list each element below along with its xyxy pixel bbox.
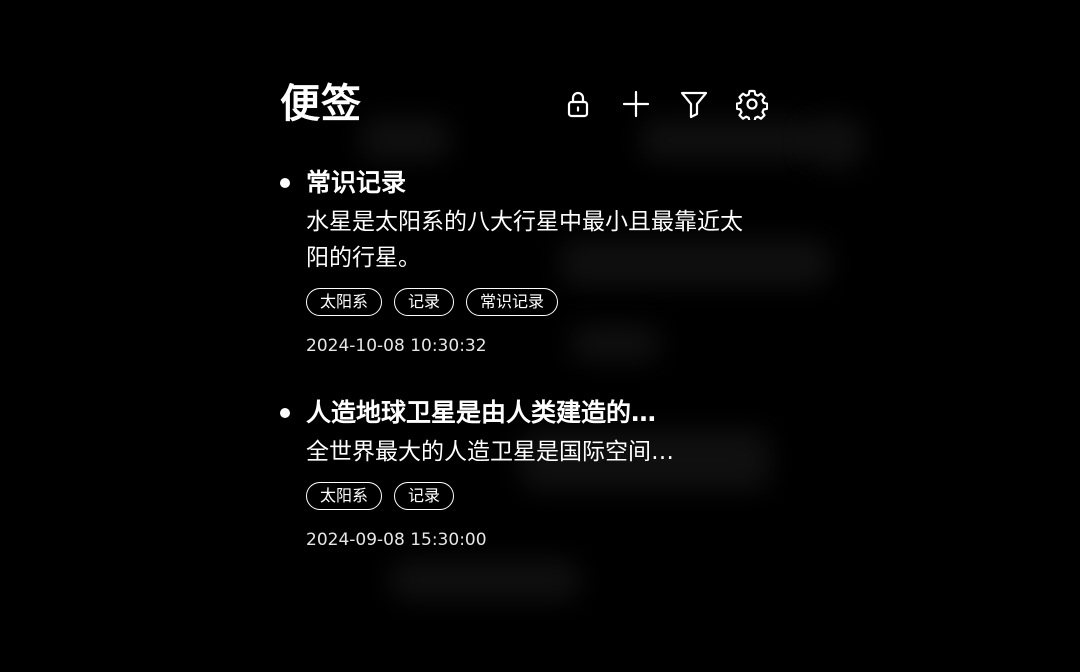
note-body: 水星是太阳系的八大行星中最小且最靠近太阳的行星。 [306,209,743,271]
tag-chip[interactable]: 记录 [394,482,455,510]
lock-button[interactable] [560,86,596,122]
settings-button[interactable] [734,86,770,122]
tag-chip[interactable]: 常识记录 [466,288,559,316]
note-date: 2024-09-08 15:30:00 [306,530,487,550]
note-item[interactable]: 人造地球卫星是由人类建造的… 全世界最大的人造卫星是国际空间… 太阳系 记录 2… [280,396,780,552]
notes-panel: 便签 常识记录 水星是太阳系的八大行星中最小且最靠近太阳的行星。 太阳系 记录 … [280,78,780,552]
note-tags: 太阳系 记录 [306,482,780,510]
blurred-background-block [390,560,580,600]
gear-icon [736,89,768,120]
filter-icon [680,91,708,119]
plus-icon [622,90,650,118]
header: 便签 [280,78,780,134]
add-note-button[interactable] [618,86,654,122]
note-item[interactable]: 常识记录 水星是太阳系的八大行星中最小且最靠近太阳的行星。 太阳系 记录 常识记… [280,166,780,358]
header-actions [560,86,770,122]
blurred-background-block [810,115,865,170]
note-date: 2024-10-08 10:30:32 [306,336,487,356]
note-title: 人造地球卫星是由人类建造的… [306,398,657,427]
tag-chip[interactable]: 太阳系 [306,482,383,510]
notes-app: 便签 常识记录 水星是太阳系的八大行星中最小且最靠近太阳的行星。 太阳系 记录 … [0,0,1080,672]
note-tags: 太阳系 记录 常识记录 [306,288,780,316]
bullet-dot [280,178,290,188]
note-title: 常识记录 [306,168,407,197]
lock-icon [567,91,589,118]
note-body: 全世界最大的人造卫星是国际空间… [306,439,674,465]
tag-chip[interactable]: 太阳系 [306,288,383,316]
filter-button[interactable] [676,86,712,122]
page-title: 便签 [280,81,362,127]
tag-chip[interactable]: 记录 [394,288,455,316]
bullet-dot [280,408,290,418]
